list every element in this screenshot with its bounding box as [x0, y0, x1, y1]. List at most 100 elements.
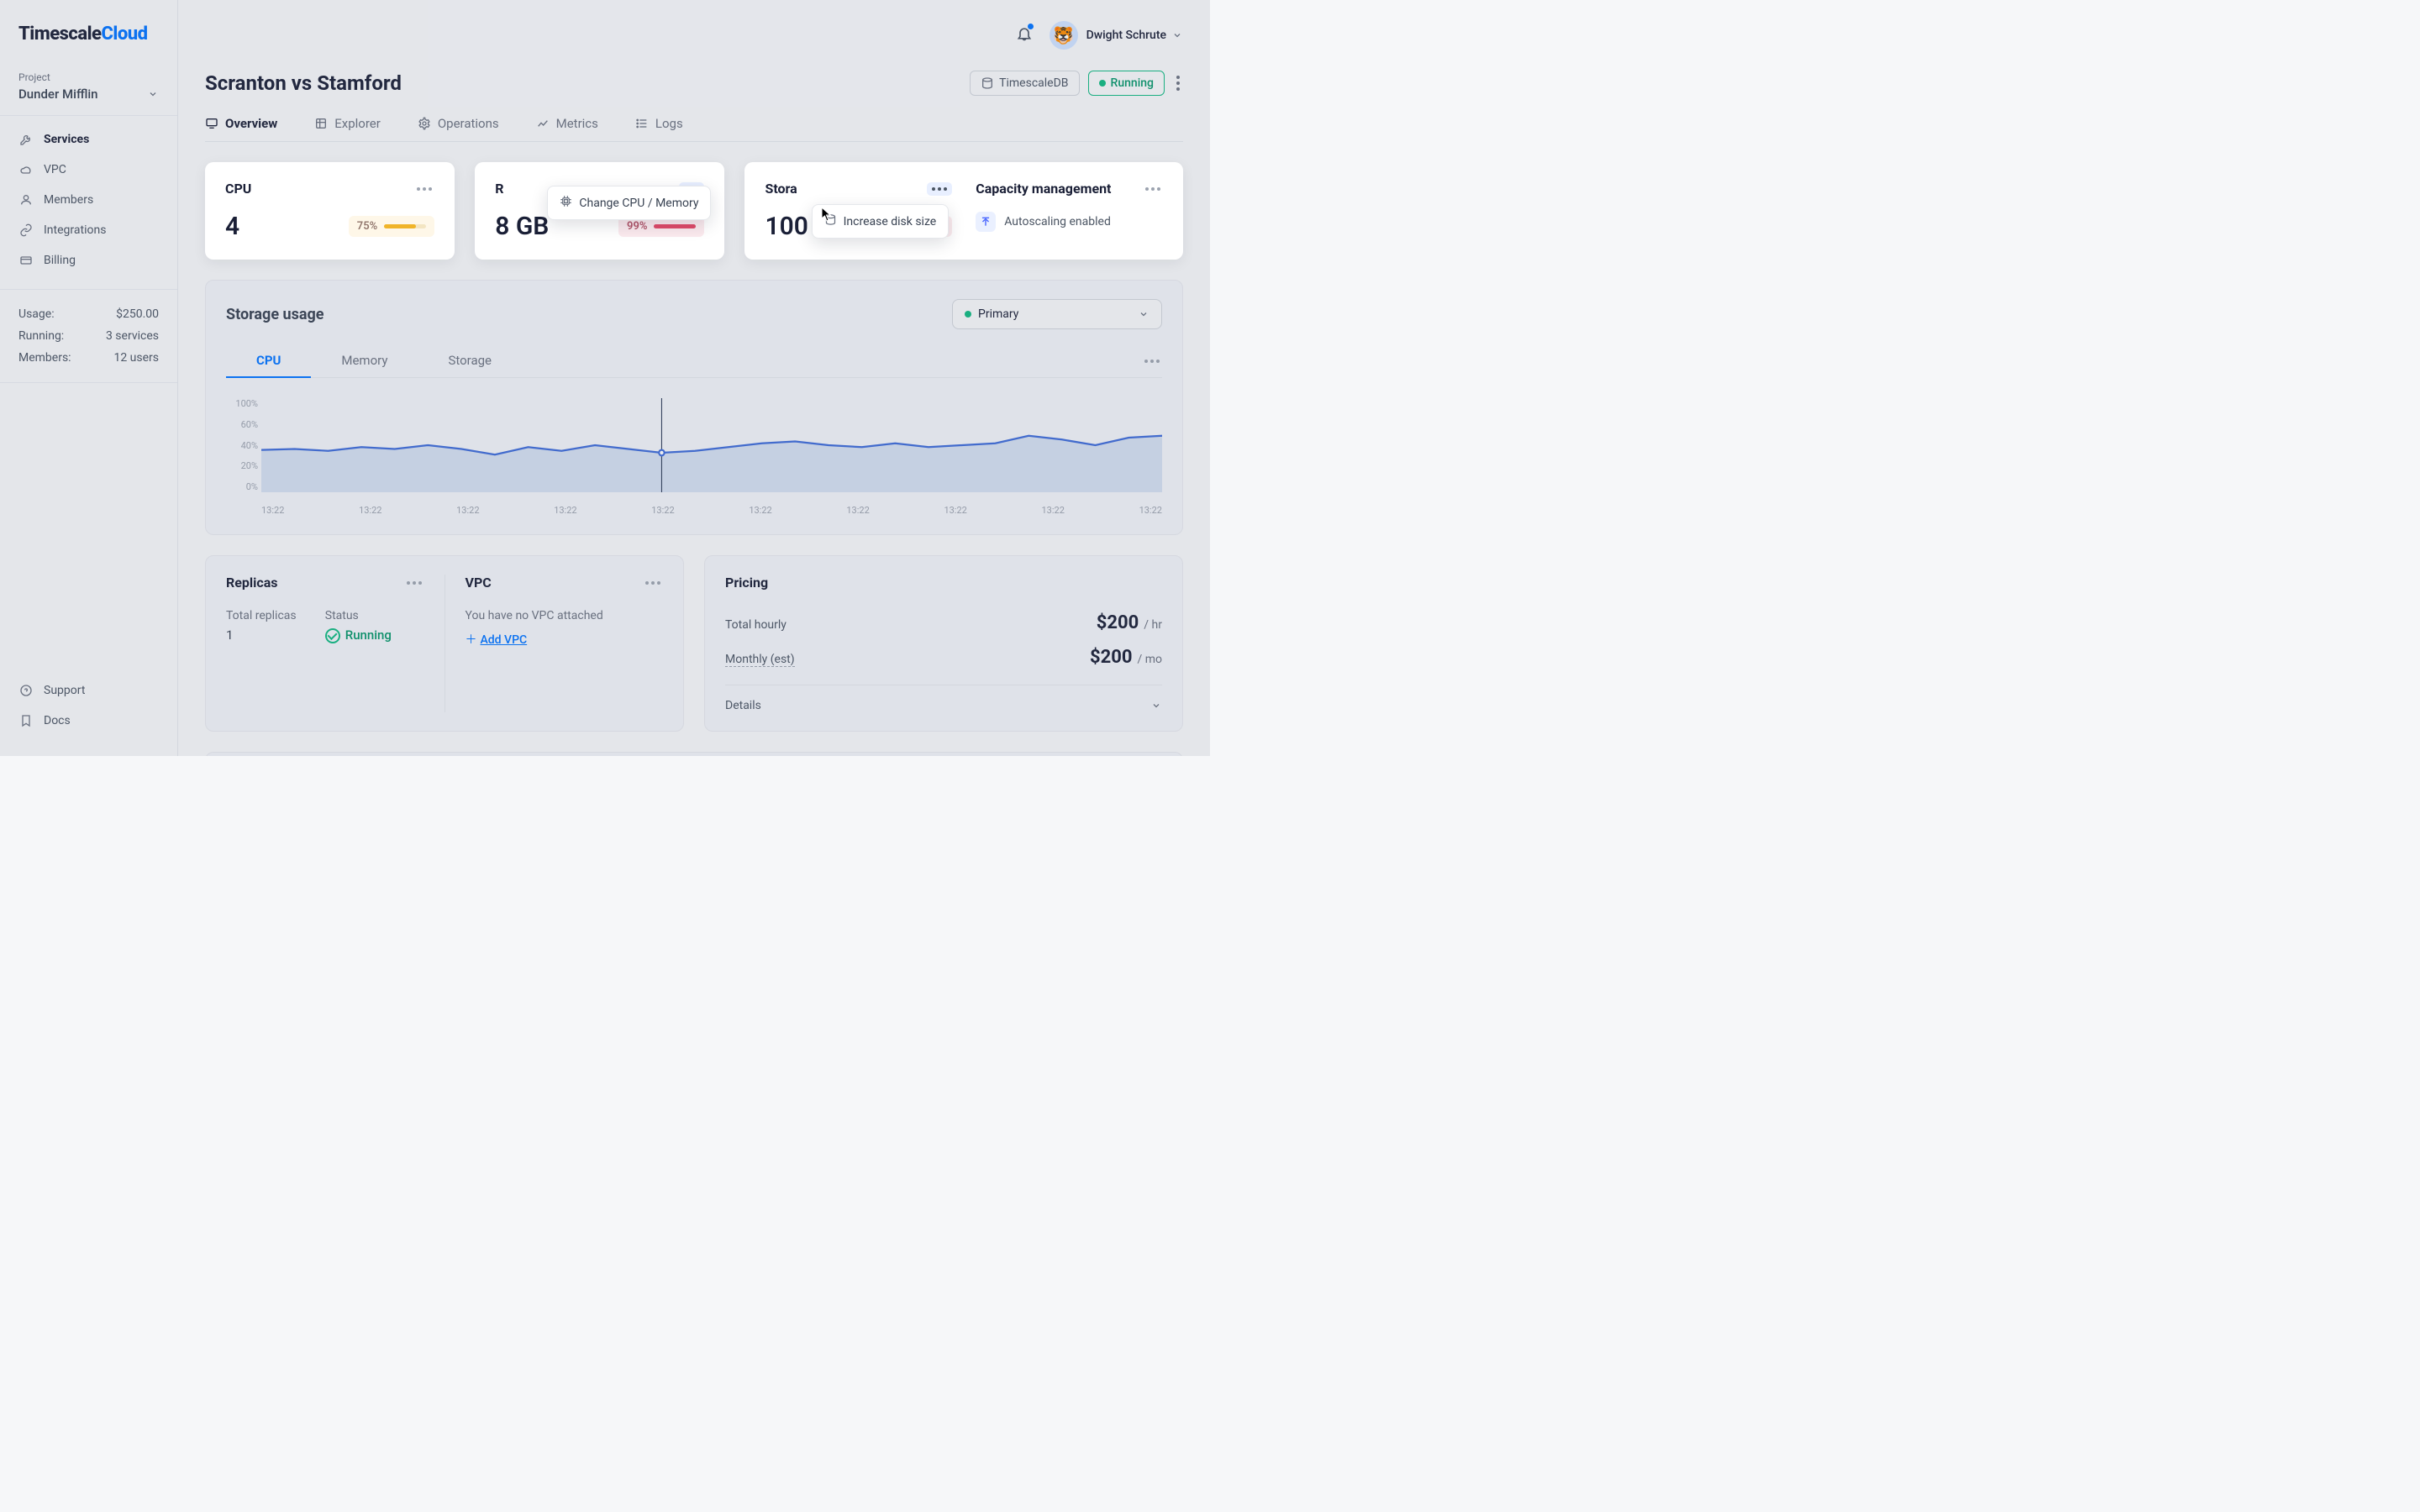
settings-icon	[418, 117, 431, 130]
metric-subtabs: CPU Memory Storage	[226, 344, 1162, 378]
pricing-label: Total hourly	[725, 618, 786, 633]
sidebar-item-services[interactable]: Services	[0, 124, 177, 155]
storage-popover[interactable]: Increase disk size	[812, 204, 950, 239]
replicas-vpc-card: Replicas Total replicas 1 Status Running	[205, 555, 684, 732]
tab-overview[interactable]: Overview	[205, 108, 294, 141]
chevron-down-icon	[147, 88, 159, 100]
sidebar-item-billing[interactable]: Billing	[0, 245, 177, 276]
usage-pct: 99%	[627, 220, 647, 233]
pricing-unit: / hr	[1144, 618, 1162, 632]
lower-cards: Replicas Total replicas 1 Status Running	[205, 555, 1183, 732]
metric-cards: CPU 4 75% R Change CPU / Memory 8 G	[205, 162, 1183, 260]
support-icon	[18, 683, 34, 698]
popover-label: Change CPU / Memory	[579, 197, 698, 210]
status-dot-icon	[1099, 80, 1106, 87]
storage-capacity-card: Stora Increase disk size 100 GB 90%	[744, 162, 1183, 260]
tab-label: Overview	[225, 116, 277, 131]
card-menu-button[interactable]	[643, 579, 663, 587]
card-value: 8 GB	[495, 212, 549, 241]
chevron-down-icon	[1138, 308, 1150, 320]
tab-label: Metrics	[556, 116, 598, 131]
table-icon	[314, 117, 328, 130]
chart-menu-button[interactable]	[1142, 357, 1162, 365]
pricing-value: $200	[1097, 612, 1139, 633]
storage-usage-panel: Storage usage Primary CPU Memory Storage…	[205, 280, 1183, 535]
list-icon	[635, 117, 649, 130]
chart-svg	[261, 398, 1162, 492]
stat-label: Members:	[18, 351, 71, 365]
avatar: 🐯	[1050, 21, 1078, 50]
subtab-cpu[interactable]: CPU	[226, 344, 311, 378]
page-title: Scranton vs Stamford	[205, 71, 402, 95]
sidebar-item-label: VPC	[44, 163, 66, 176]
field-label: Total replicas	[226, 609, 325, 622]
database-icon	[981, 76, 994, 90]
pricing-label: Monthly (est)	[725, 653, 795, 667]
sidebar-item-members[interactable]: Members	[0, 185, 177, 215]
sidebar-item-docs[interactable]: Docs	[0, 706, 177, 736]
db-type-pill[interactable]: TimescaleDB	[970, 71, 1079, 96]
tabs: Overview Explorer Operations Metrics Log…	[205, 108, 1183, 142]
link-icon	[18, 223, 34, 238]
card-menu-button[interactable]	[927, 182, 952, 196]
autoscale-icon	[976, 212, 996, 232]
tab-explorer[interactable]: Explorer	[314, 108, 397, 141]
page-actions-menu[interactable]	[1173, 72, 1183, 94]
subtab-storage[interactable]: Storage	[418, 344, 522, 377]
add-vpc-link[interactable]: ＋Add VPC	[466, 631, 664, 648]
tab-label: Logs	[655, 116, 683, 131]
status-label: Running	[1111, 76, 1154, 90]
avatar-emoji: 🐯	[1053, 25, 1074, 45]
cpu-icon	[560, 195, 572, 211]
chart-icon	[536, 117, 550, 130]
pricing-card: Pricing Total hourly $200/ hr Monthly (e…	[704, 555, 1183, 732]
card-menu-button[interactable]	[404, 579, 424, 587]
project-label: Project	[18, 71, 159, 83]
usage-chart: 100%60%40%20%0% 13:2213:2213:2213:2213:2…	[226, 398, 1162, 516]
chart-y-axis: 100%60%40%20%0%	[226, 398, 258, 492]
card-menu-button[interactable]	[1143, 185, 1163, 193]
stat-label: Running:	[18, 329, 64, 343]
tab-logs[interactable]: Logs	[635, 108, 700, 141]
node-selector[interactable]: Primary	[952, 299, 1162, 329]
sidebar: TimescaleCloud Project Dunder Mifflin Se…	[0, 0, 178, 756]
card-menu-button[interactable]	[414, 185, 434, 193]
details-label: Details	[725, 699, 761, 712]
tab-operations[interactable]: Operations	[418, 108, 516, 141]
subtab-memory[interactable]: Memory	[311, 344, 418, 377]
pill-label: TimescaleDB	[999, 76, 1068, 90]
plus-icon: ＋	[466, 633, 477, 647]
popover-label: Increase disk size	[844, 215, 937, 228]
card-title: VPC	[466, 575, 492, 591]
status-pill: Running	[1088, 71, 1165, 96]
wrench-icon	[18, 132, 34, 147]
notifications-button[interactable]	[1016, 25, 1033, 45]
more-info-panel[interactable]: More information	[205, 752, 1183, 756]
check-circle-icon	[325, 628, 340, 643]
sidebar-item-label: Members	[44, 193, 93, 207]
user-icon	[18, 192, 34, 207]
panel-title: Storage usage	[226, 306, 324, 323]
pricing-details-toggle[interactable]: Details	[725, 685, 1162, 712]
bookmark-icon	[18, 713, 34, 728]
brand-logo: TimescaleCloud	[0, 0, 177, 63]
sidebar-item-integrations[interactable]: Integrations	[0, 215, 177, 245]
sidebar-item-vpc[interactable]: VPC	[0, 155, 177, 185]
sidebar-item-support[interactable]: Support	[0, 675, 177, 706]
nav: Services VPC Members Integrations Billin…	[0, 116, 177, 284]
sidebar-item-label: Services	[44, 133, 89, 146]
sidebar-item-label: Integrations	[44, 223, 106, 237]
user-menu[interactable]: 🐯 Dwight Schrute	[1050, 21, 1183, 50]
card-value: 4	[225, 212, 239, 241]
project-selector[interactable]: Project Dunder Mifflin	[0, 63, 177, 116]
project-name: Dunder Mifflin	[18, 87, 98, 102]
header: 🐯 Dwight Schrute	[178, 0, 1210, 71]
tab-metrics[interactable]: Metrics	[536, 108, 615, 141]
card-title: R	[495, 181, 503, 197]
usage-badge: 75%	[349, 216, 434, 237]
cpu-card: CPU 4 75%	[205, 162, 455, 260]
chevron-down-icon	[1171, 29, 1183, 41]
ram-popover[interactable]: Change CPU / Memory	[547, 186, 711, 220]
chart-x-axis: 13:2213:2213:2213:2213:2213:2213:2213:22…	[261, 505, 1162, 516]
sidebar-item-label: Billing	[44, 254, 76, 267]
